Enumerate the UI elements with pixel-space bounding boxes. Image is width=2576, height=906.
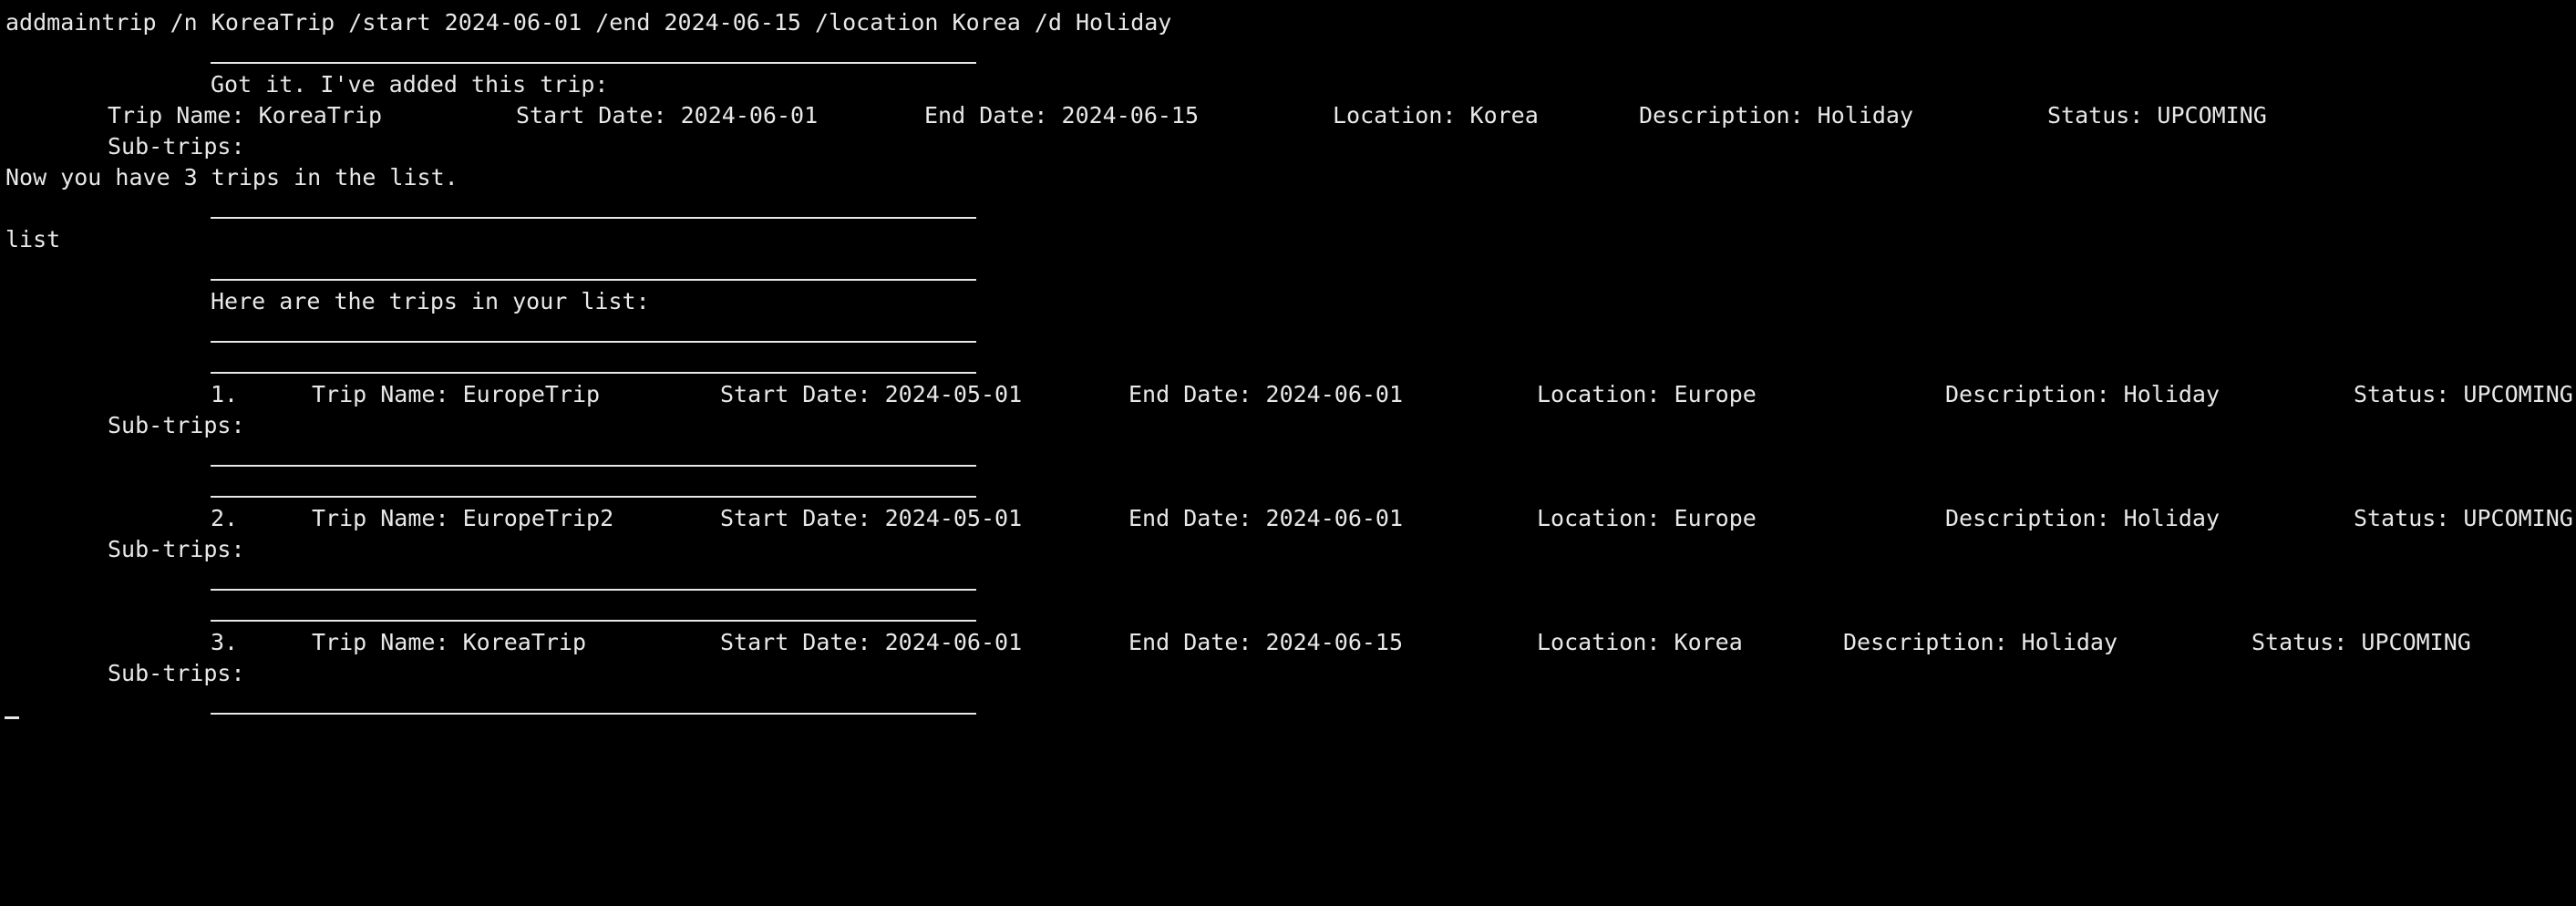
subtrips-label: Sub-trips:	[108, 536, 245, 562]
trip-end-date: End Date: 2024-06-15	[924, 102, 1200, 129]
divider-line	[211, 441, 976, 472]
added-header-line: Got it. I've added this trip:	[0, 69, 609, 100]
divider-line	[211, 689, 976, 720]
trip-name: Trip Name: EuropeTrip	[312, 381, 601, 407]
trip-name: Trip Name: KoreaTrip	[108, 102, 383, 129]
trip-end-date: End Date: 2024-06-15	[1128, 629, 1404, 655]
trip-start-date: Start Date: 2024-06-01	[720, 629, 1023, 655]
count-message-line: Now you have 3 trips in the list.	[0, 162, 459, 193]
trip-list-item: 1. Trip Name: EuropeTrip Start Date: 202…	[0, 379, 2573, 410]
trip-location: Location: Korea	[1333, 102, 1539, 129]
trip-description: Description: Holiday	[1945, 505, 2221, 531]
terminal-window[interactable]: addmaintrip /n KoreaTrip /start 2024-06-…	[0, 0, 2576, 722]
trip-status: Status: UPCOMING	[2251, 629, 2471, 655]
subtrips-label: Sub-trips:	[108, 660, 245, 686]
divider-line	[211, 348, 976, 379]
trip-description: Description: Holiday	[1945, 381, 2221, 407]
terminal-cursor	[5, 716, 19, 719]
subtrips-label: Sub-trips:	[108, 133, 245, 160]
divider-line	[211, 193, 976, 224]
divider-line	[211, 565, 976, 596]
trip-status: Status: UPCOMING	[2354, 505, 2573, 531]
divider-line	[211, 317, 976, 348]
trip-location: Location: Europe	[1537, 381, 1757, 407]
trip-end-date: End Date: 2024-06-01	[1128, 381, 1404, 407]
trip-index: 1.	[211, 381, 239, 407]
trip-name: Trip Name: EuropeTrip2	[312, 505, 614, 531]
command-text: list	[5, 226, 61, 252]
subtrips-line: Sub-trips:	[0, 131, 245, 162]
trip-index: 2.	[211, 505, 239, 531]
trip-start-date: Start Date: 2024-05-01	[720, 505, 1023, 531]
divider-line	[211, 255, 976, 286]
list-header: Here are the trips in your list:	[211, 288, 650, 314]
added-header: Got it. I've added this trip:	[211, 71, 609, 98]
trip-start-date: Start Date: 2024-05-01	[720, 381, 1023, 407]
list-header-line: Here are the trips in your list:	[0, 286, 650, 317]
divider-line	[211, 472, 976, 503]
trip-location: Location: Korea	[1537, 629, 1743, 655]
subtrips-label: Sub-trips:	[108, 412, 245, 438]
command-line-list: list	[0, 224, 60, 255]
trip-list-item: 2. Trip Name: EuropeTrip2 Start Date: 20…	[0, 503, 2573, 534]
trip-status: Status: UPCOMING	[2047, 102, 2267, 129]
subtrips-line: Sub-trips:	[0, 410, 245, 441]
trip-index: 3.	[211, 629, 239, 655]
subtrips-line: Sub-trips:	[0, 534, 245, 565]
count-message: Now you have 3 trips in the list.	[5, 164, 459, 190]
trip-start-date: Start Date: 2024-06-01	[516, 102, 819, 129]
trip-name: Trip Name: KoreaTrip	[312, 629, 587, 655]
subtrips-line: Sub-trips:	[0, 658, 245, 689]
command-text: addmaintrip /n KoreaTrip /start 2024-06-…	[5, 9, 1172, 36]
trip-location: Location: Europe	[1537, 505, 1757, 531]
divider-line	[211, 38, 976, 69]
divider-line	[211, 596, 976, 627]
trip-description: Description: Holiday	[1843, 629, 2118, 655]
trip-list-item: 3. Trip Name: KoreaTrip Start Date: 2024…	[0, 627, 2471, 658]
added-trip-row: Trip Name: KoreaTrip Start Date: 2024-06…	[0, 100, 2267, 131]
command-line-addmaintrip: addmaintrip /n KoreaTrip /start 2024-06-…	[0, 7, 1171, 38]
trip-status: Status: UPCOMING	[2354, 381, 2573, 407]
trip-end-date: End Date: 2024-06-01	[1128, 505, 1404, 531]
trip-description: Description: Holiday	[1639, 102, 1914, 129]
